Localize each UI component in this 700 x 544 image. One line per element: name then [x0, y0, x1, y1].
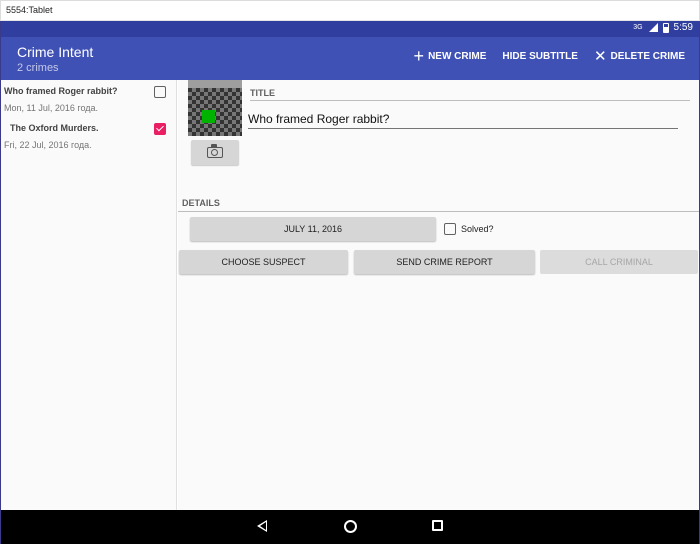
- crime-title: The Oxford Murders.: [10, 123, 99, 133]
- window-titlebar: 5554:Tablet: [0, 0, 700, 21]
- navigation-bar: [1, 510, 699, 544]
- camera-icon: [207, 144, 223, 158]
- delete-crime-button[interactable]: ✕ DELETE CRIME: [593, 47, 685, 65]
- clock: 5:59: [673, 22, 693, 33]
- list-item[interactable]: The Oxford Murders. Fri, 22 Jul, 2016 го…: [1, 117, 176, 154]
- call-criminal-button[interactable]: CALL CRIMINAL: [540, 250, 698, 274]
- back-icon[interactable]: [257, 520, 267, 532]
- emulator-screen: 3G 5:59 Crime Intent 2 crimes + NEW CRIM…: [0, 21, 700, 544]
- app-bar: Crime Intent 2 crimes + NEW CRIME HIDE S…: [1, 37, 699, 80]
- app-title: Crime Intent: [17, 44, 94, 60]
- crime-detail: TITLE DETAILS JULY 11, 2016 Solved? CHOO…: [178, 80, 699, 510]
- choose-suspect-button[interactable]: CHOOSE SUSPECT: [179, 250, 348, 274]
- network-type: 3G: [633, 24, 643, 31]
- hide-subtitle-button[interactable]: HIDE SUBTITLE: [502, 51, 578, 62]
- camera-button[interactable]: [191, 140, 239, 165]
- home-icon[interactable]: [344, 520, 357, 533]
- solved-checkbox[interactable]: [154, 86, 166, 98]
- list-item[interactable]: Who framed Roger rabbit? Mon, 11 Jul, 20…: [1, 80, 176, 117]
- details-divider: [178, 211, 699, 212]
- plus-icon: +: [413, 45, 425, 66]
- photo-marker: [202, 110, 215, 123]
- battery-icon: [662, 22, 669, 33]
- hide-subtitle-label: HIDE SUBTITLE: [502, 51, 578, 62]
- delete-crime-label: DELETE CRIME: [610, 51, 685, 62]
- solved-label[interactable]: Solved?: [461, 224, 494, 234]
- signal-icon: [648, 22, 658, 33]
- title-label: TITLE: [250, 88, 275, 98]
- crime-list: Who framed Roger rabbit? Mon, 11 Jul, 20…: [1, 80, 177, 510]
- window-title: 5554:Tablet: [6, 5, 53, 15]
- app-subtitle: 2 crimes: [17, 62, 59, 74]
- photo-header: [188, 80, 242, 88]
- solved-checkbox[interactable]: [444, 223, 456, 235]
- new-crime-button[interactable]: + NEW CRIME: [413, 45, 487, 66]
- send-report-button[interactable]: SEND CRIME REPORT: [354, 250, 535, 274]
- crime-date: Fri, 22 Jul, 2016 года.: [4, 140, 92, 150]
- close-icon: ✕: [593, 47, 607, 65]
- crime-photo: [188, 88, 242, 136]
- title-divider: [250, 100, 690, 101]
- recent-apps-icon[interactable]: [432, 520, 443, 531]
- date-button[interactable]: JULY 11, 2016: [190, 217, 436, 241]
- crime-date: Mon, 11 Jul, 2016 года.: [4, 103, 99, 113]
- crime-title: Who framed Roger rabbit?: [4, 86, 118, 96]
- details-label: DETAILS: [182, 198, 220, 208]
- title-field[interactable]: [248, 111, 678, 129]
- new-crime-label: NEW CRIME: [428, 51, 487, 62]
- status-bar: 3G 5:59: [1, 21, 699, 37]
- solved-checkbox[interactable]: [154, 123, 166, 135]
